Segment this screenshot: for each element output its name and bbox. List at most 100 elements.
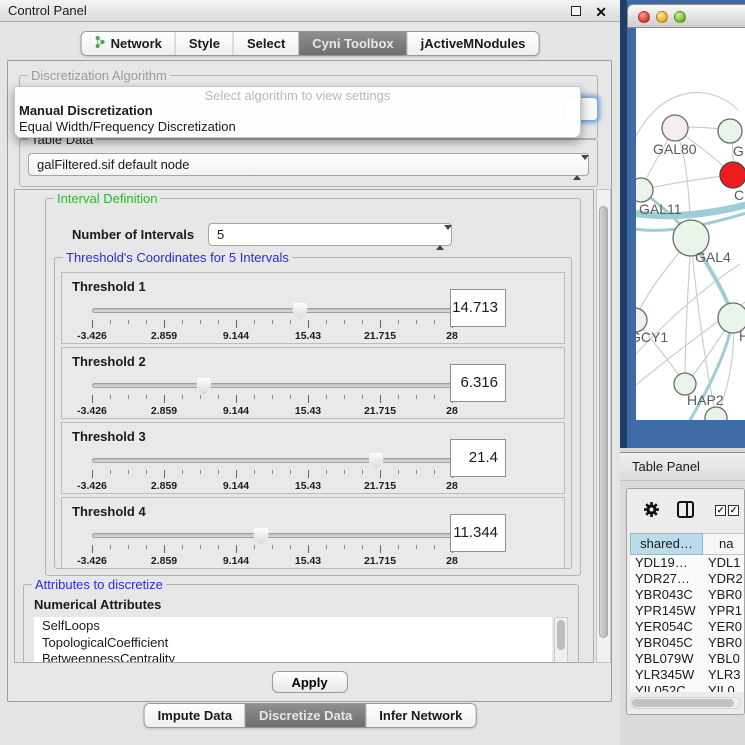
table-row[interactable]: YDL19…YDL1 [630, 555, 745, 571]
cell-shared-name[interactable]: YDR27… [630, 571, 704, 587]
cell-shared-name[interactable]: YBR043C [630, 587, 704, 603]
table-panel-title: Table Panel [632, 459, 700, 474]
columns-icon[interactable] [677, 501, 694, 518]
cell-name[interactable]: YBL0 [704, 651, 740, 667]
column-header-shared-name[interactable]: shared… [630, 533, 703, 555]
cell-name[interactable]: YBR0 [704, 587, 742, 603]
threshold-value-field[interactable]: 14.713 [450, 289, 506, 327]
cell-name[interactable]: YPR1 [704, 603, 742, 619]
dropdown-option-equal-width[interactable]: Equal Width/Frequency Discretization [15, 119, 580, 135]
tick-label: -3.426 [77, 330, 107, 342]
slider-track[interactable] [92, 533, 452, 538]
number-of-intervals-spinner[interactable]: 5 [208, 223, 452, 246]
node-highlighted-red[interactable] [720, 162, 745, 188]
tab-jactivemnodules[interactable]: jActiveMNodules [407, 32, 539, 55]
tick-label: -3.426 [77, 405, 107, 417]
tick-label: 2.859 [151, 330, 177, 342]
node-bottom[interactable] [705, 407, 727, 420]
close-traffic-light-icon[interactable] [638, 11, 650, 23]
float-window-icon[interactable] [571, 6, 581, 16]
tick-label: 9.144 [223, 405, 249, 417]
tick-label: 9.144 [223, 555, 249, 567]
cell-name[interactable]: YIL0 [704, 683, 735, 692]
table-row[interactable]: YLR345WYLR3 [630, 667, 745, 683]
threshold-slider[interactable]: -3.4262.8599.14415.4321.71528 [92, 453, 452, 493]
node-gal80[interactable] [662, 115, 688, 141]
cell-name[interactable]: YDL1 [704, 555, 741, 571]
threshold-slider[interactable]: -3.4262.8599.14415.4321.71528 [92, 378, 452, 418]
dropdown-option-manual[interactable]: Manual Discretization [15, 103, 580, 119]
slider-track[interactable] [92, 458, 452, 463]
tab-cyni-toolbox[interactable]: Cyni Toolbox [298, 32, 406, 55]
threshold-slider[interactable]: -3.4262.8599.14415.4321.71528 [92, 303, 452, 343]
settings-vertical-scrollbar[interactable] [596, 189, 611, 663]
table-row[interactable]: YDR27…YDR2 [630, 571, 745, 587]
threshold-label: Threshold 3 [72, 429, 146, 444]
threshold-value-field[interactable]: 11.344 [450, 514, 506, 552]
scrollbar-thumb[interactable] [599, 206, 608, 638]
tab-select[interactable]: Select [233, 32, 298, 55]
bottom-tabs: Impute DataDiscretize DataInfer Network [144, 703, 477, 728]
tab-impute-data[interactable]: Impute Data [145, 704, 245, 727]
node-label-partial-c: C [734, 187, 744, 203]
control-panel-titlebar: Control Panel ✕ [0, 0, 620, 22]
node-top-right[interactable] [718, 119, 742, 143]
attribute-item[interactable]: SelfLoops [34, 617, 552, 634]
thresholds-group: Threshold's Coordinates for 5 Intervals … [54, 257, 572, 569]
tab-style[interactable]: Style [175, 32, 233, 55]
cell-name[interactable]: YER0 [704, 619, 742, 635]
slider-thumb[interactable] [292, 303, 307, 320]
tab-discretize-data[interactable]: Discretize Data [245, 704, 365, 727]
tick-label: 21.715 [364, 405, 396, 417]
apply-button[interactable]: Apply [271, 671, 347, 693]
node-label-hap2: HAP2 [687, 392, 724, 408]
slider-track[interactable] [92, 308, 452, 313]
slider-thumb[interactable] [254, 528, 269, 545]
close-icon[interactable]: ✕ [595, 1, 607, 23]
network-canvas[interactable]: GAL80 G. C GAL11 GAL4 GCY1 H HAP2 [636, 28, 745, 420]
cell-name[interactable]: YBR0 [704, 635, 742, 651]
table-row[interactable]: YIL052CYIL0 [630, 683, 745, 692]
table-row[interactable]: YPR145WYPR1 [630, 603, 745, 619]
slider-track[interactable] [92, 383, 452, 388]
tab-infer-network[interactable]: Infer Network [365, 704, 475, 727]
threshold-slider[interactable]: -3.4262.8599.14415.4321.71528 [92, 528, 452, 568]
table-row[interactable]: YER054CYER0 [630, 619, 745, 635]
slider-thumb[interactable] [369, 453, 384, 470]
cell-shared-name[interactable]: YLR345W [630, 667, 704, 683]
numerical-attributes-list[interactable]: SelfLoopsTopologicalCoefficientBetweenne… [34, 617, 552, 663]
table-row[interactable]: YBL079WYBL0 [630, 651, 745, 667]
column-header-name[interactable]: na [703, 533, 745, 555]
cell-name[interactable]: YLR3 [704, 667, 741, 683]
attributes-list-scrollbar[interactable] [554, 617, 568, 663]
attribute-item[interactable]: TopologicalCoefficient [34, 634, 552, 651]
cell-shared-name[interactable]: YDL19… [630, 555, 704, 571]
hscroll-thumb[interactable] [632, 699, 734, 707]
minimize-traffic-light-icon[interactable] [656, 11, 668, 23]
cell-name[interactable]: YDR2 [704, 571, 743, 587]
node-gal11[interactable] [636, 178, 653, 202]
table-data-combobox[interactable]: galFiltered.sif default node [28, 153, 589, 176]
table-row[interactable]: YBR043CYBR0 [630, 587, 745, 603]
checkbox-icon-1[interactable]: ✓ [715, 505, 726, 516]
tick-label: 28 [446, 480, 458, 492]
attribute-item[interactable]: BetweennessCentrality [34, 650, 552, 663]
slider-thumb[interactable] [196, 378, 211, 395]
cell-shared-name[interactable]: YER054C [630, 619, 704, 635]
tab-network[interactable]: Network [82, 32, 175, 55]
cell-shared-name[interactable]: YPR145W [630, 603, 704, 619]
cell-shared-name[interactable]: YBR045C [630, 635, 704, 651]
threshold-value-field[interactable]: 21.4 [450, 439, 506, 477]
threshold-label: Threshold 4 [72, 504, 146, 519]
spinner-arrows-icon[interactable] [436, 227, 446, 248]
control-panel: Control Panel ✕ NetworkStyleSelectCyni T… [0, 0, 620, 745]
cell-shared-name[interactable]: YBL079W [630, 651, 704, 667]
gear-icon[interactable] [643, 501, 660, 523]
network-view-window: GAL80 G. C GAL11 GAL4 GCY1 H HAP2 [620, 0, 745, 448]
table-row[interactable]: YBR045CYBR0 [630, 635, 745, 651]
table-horizontal-scrollbar[interactable] [630, 697, 741, 709]
checkbox-icon-2[interactable]: ✓ [728, 505, 739, 516]
zoom-traffic-light-icon[interactable] [674, 11, 686, 23]
cell-shared-name[interactable]: YIL052C [630, 683, 704, 692]
threshold-value-field[interactable]: 6.316 [450, 364, 506, 402]
